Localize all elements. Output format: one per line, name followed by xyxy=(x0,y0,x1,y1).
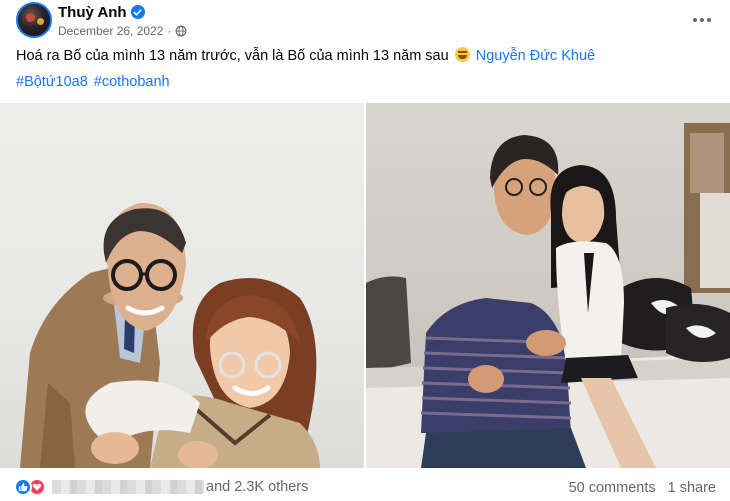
verified-badge-icon xyxy=(130,5,145,19)
mention-link[interactable]: Nguyễn Đức Khuê xyxy=(476,48,595,64)
like-reaction-icon xyxy=(14,478,32,496)
laughing-emoji-icon xyxy=(454,47,470,62)
shares-count-link[interactable]: 1 share xyxy=(668,480,716,496)
blurred-reactor-names xyxy=(52,480,204,494)
hashtag-row: #Bộtứ10a8 #cothobanh xyxy=(16,74,170,90)
caption-text: Hoá ra Bố của mình 13 năm trước, vẫn là … xyxy=(16,48,449,64)
author-avatar[interactable] xyxy=(16,2,52,38)
reaction-count-text: and 2.3K others xyxy=(206,479,309,495)
comments-count-link[interactable]: 50 comments xyxy=(569,480,656,496)
meta-separator: · xyxy=(167,24,172,38)
photo-right[interactable] xyxy=(366,103,730,468)
hashtag-link[interactable]: #Bộtứ10a8 xyxy=(16,74,88,90)
post-footer: and 2.3K others 50 comments 1 share xyxy=(14,476,716,500)
post-caption: Hoá ra Bố của mình 13 năm trước, vẫn là … xyxy=(16,47,595,64)
author-name[interactable]: Thuỳ Anh xyxy=(58,4,127,21)
engagement-stats: 50 comments 1 share xyxy=(569,480,716,496)
author-row: Thuỳ Anh xyxy=(58,3,145,21)
reaction-summary[interactable]: and 2.3K others xyxy=(14,478,308,496)
hashtag-link[interactable]: #cothobanh xyxy=(94,74,170,90)
post-meta: December 26, 2022 · xyxy=(58,23,187,39)
post-header: Thuỳ Anh December 26, 2022 · xyxy=(16,2,716,40)
globe-icon[interactable] xyxy=(175,25,187,37)
photo-left[interactable] xyxy=(0,103,364,468)
more-options-icon[interactable] xyxy=(688,8,716,32)
post-date[interactable]: December 26, 2022 xyxy=(58,24,163,38)
